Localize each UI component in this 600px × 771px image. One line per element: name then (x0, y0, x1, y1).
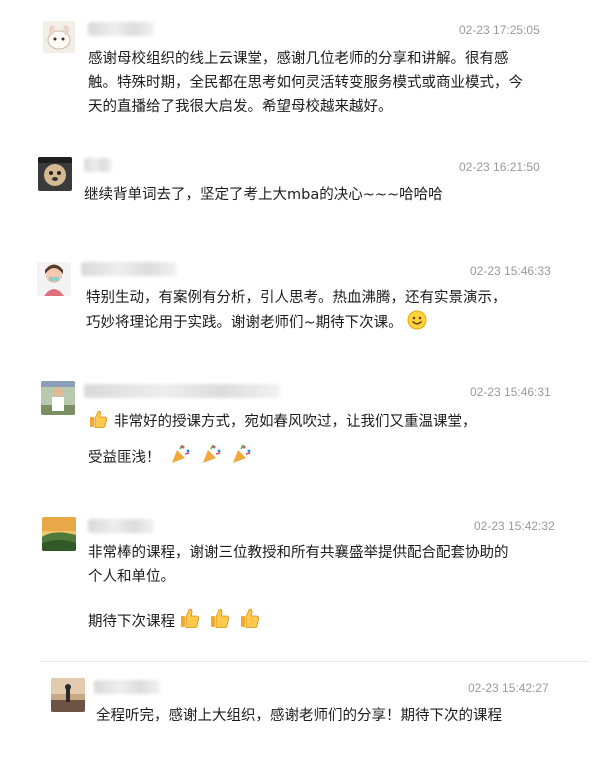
avatar[interactable] (42, 517, 76, 551)
thumbs-up-icon (179, 607, 201, 637)
comment-line: 非常好的授课方式，宛如春风吹过，让我们又重温课堂， (88, 409, 528, 437)
thumbs-up-icon (88, 409, 108, 437)
comment-line-text: 受益匪浅！ (88, 450, 161, 466)
comment-line-text: 非常好的授课方式，宛如春风吹过，让我们又重温课堂， (114, 414, 477, 430)
comment-text: 全程听完，感谢上大组织，感谢老师们的分享！期待下次的课程 (96, 708, 502, 724)
comment-time: 02-23 15:42:32 (474, 519, 555, 533)
username-blurred[interactable] (84, 384, 280, 398)
comment-item: 02-23 17:25:05 感谢母校组织的线上云课堂，感谢几位老师的分享和讲解… (0, 0, 600, 140)
party-popper-icon (200, 443, 222, 473)
username-blurred[interactable] (88, 22, 154, 36)
username-blurred[interactable] (84, 158, 112, 172)
avatar[interactable] (41, 381, 75, 415)
comment-line-text: 期待下次课程 (88, 614, 175, 630)
comment-text: 特别生动，有案例有分析，引人思考。热血沸腾，还有实景演示，巧妙将理论用于实践。谢… (86, 286, 516, 338)
comment-text: 继续背单词去了，坚定了考上大mba的决心~~~哈哈哈 (84, 187, 443, 203)
avatar[interactable] (38, 157, 72, 191)
avatar[interactable] (51, 678, 85, 712)
avatar[interactable] (43, 21, 75, 53)
comment-item: 02-23 16:21:50 继续背单词去了，坚定了考上大mba的决心~~~哈哈… (0, 140, 600, 240)
avatar[interactable] (37, 262, 71, 296)
thumbs-up-icon (209, 607, 231, 637)
comment-text: 非常棒的课程，谢谢三位教授和所有共襄盛举提供配合配套协助的个人和单位。 (88, 545, 509, 585)
party-popper-icon (230, 443, 252, 473)
comment-text: 非常好的授课方式，宛如春风吹过，让我们又重温课堂， 受益匪浅！ (88, 409, 528, 473)
comment-time: 02-23 15:46:33 (470, 264, 551, 278)
comment-item: 02-23 15:42:32 非常棒的课程，谢谢三位教授和所有共襄盛举提供配合配… (0, 495, 600, 660)
comment-text: 感谢母校组织的线上云课堂，感谢几位老师的分享和讲解。很有感触。特殊时期，全民都在… (88, 51, 523, 115)
comment-text-secondary: 期待下次课程 (88, 607, 518, 637)
comment-time: 02-23 15:42:27 (468, 681, 549, 695)
comment-item: 02-23 15:46:31 非常好的授课方式，宛如春风吹过，让我们又重温课堂，… (0, 365, 600, 495)
comment-time: 02-23 16:21:50 (459, 160, 540, 174)
username-blurred[interactable] (88, 519, 154, 533)
smile-emoji-icon (407, 310, 427, 338)
username-blurred[interactable] (94, 680, 160, 694)
comment-item: 02-23 15:42:27 全程听完，感谢上大组织，感谢老师们的分享！期待下次… (0, 662, 600, 771)
comment-item: 02-23 15:46:33 特别生动，有案例有分析，引人思考。热血沸腾，还有实… (0, 240, 600, 365)
comment-time: 02-23 15:46:31 (470, 385, 551, 399)
username-blurred[interactable] (81, 262, 177, 276)
party-popper-icon (169, 443, 191, 473)
comment-body: 特别生动，有案例有分析，引人思考。热血沸腾，还有实景演示，巧妙将理论用于实践。谢… (86, 290, 507, 331)
comment-time: 02-23 17:25:05 (459, 23, 540, 37)
comment-line: 受益匪浅！ (88, 443, 528, 473)
thumbs-up-icon (239, 607, 261, 637)
